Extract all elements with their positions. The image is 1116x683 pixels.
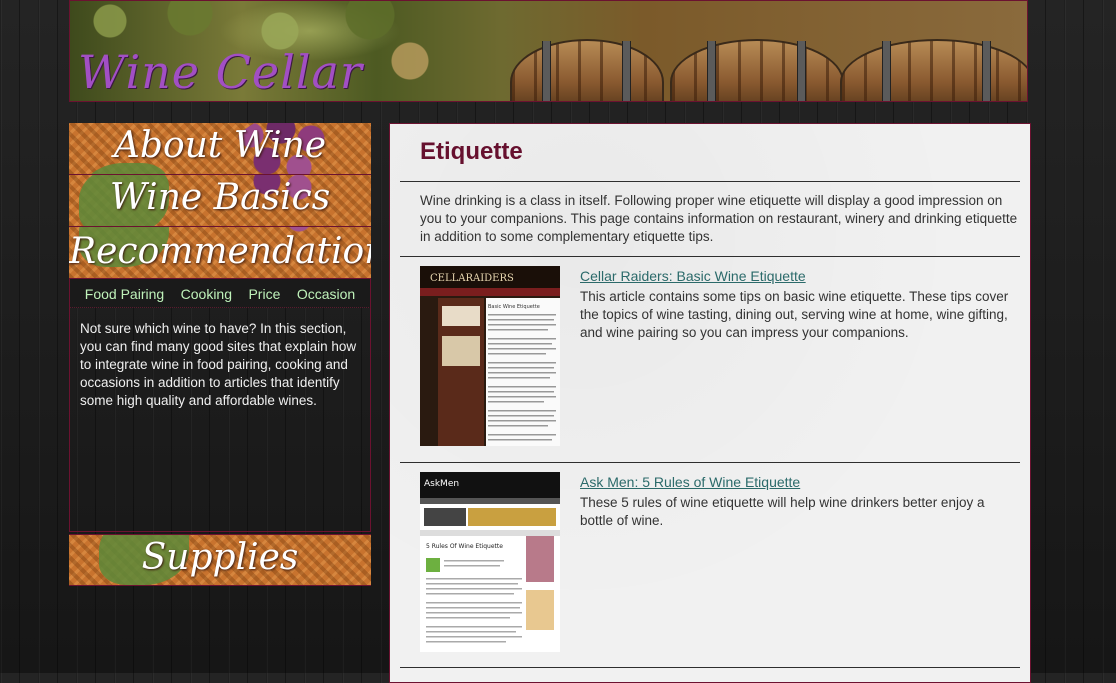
subnav-food-pairing[interactable]: Food Pairing (85, 286, 164, 302)
article-thumbnail[interactable]: CELLARAIDERS Basic Wine Etiquette (420, 266, 560, 446)
divider (400, 256, 1020, 257)
nav-supplies-label: Supplies (141, 537, 299, 578)
nav-wine-basics[interactable]: Wine Basics (69, 175, 371, 227)
barrel-image (670, 39, 844, 101)
nav-wine-basics-label: Wine Basics (109, 177, 331, 218)
nav-about-wine-label: About Wine (113, 125, 327, 166)
divider (400, 462, 1020, 463)
article-link[interactable]: Cellar Raiders: Basic Wine Etiquette (580, 268, 806, 284)
site-header: Wine Cellar (69, 0, 1028, 102)
page-title: Etiquette (420, 138, 523, 165)
barrel-image (840, 39, 1027, 101)
nav-supplies[interactable]: Supplies (69, 534, 371, 586)
site-title[interactable]: Wine Cellar (78, 45, 363, 99)
divider (400, 667, 1020, 668)
subnav: Food Pairing Cooking Price Occasion (69, 279, 371, 308)
article-link[interactable]: Ask Men: 5 Rules of Wine Etiquette (580, 474, 800, 490)
main-content: Etiquette Wine drinking is a class in it… (389, 123, 1031, 683)
page-intro: Wine drinking is a class in itself. Foll… (420, 193, 1018, 244)
barrel-image (510, 39, 664, 101)
article-description: These 5 rules of wine etiquette will hel… (580, 495, 985, 528)
thumb-heading: 5 Rules Of Wine Etiquette (426, 543, 503, 550)
thumb-brand: AskMen (424, 479, 459, 489)
article-body: Ask Men: 5 Rules of Wine Etiquette These… (580, 474, 1020, 530)
nav-recommendations[interactable]: Recommendations (69, 227, 371, 279)
sidebar-description: Not sure which wine to have? In this sec… (69, 308, 371, 532)
article-body: Cellar Raiders: Basic Wine Etiquette Thi… (580, 268, 1020, 342)
thumb-brand: CELLARAIDERS (430, 273, 514, 284)
subnav-price[interactable]: Price (248, 286, 280, 302)
article-item: CELLARAIDERS Basic Wine Etiquette Cellar… (420, 266, 1020, 448)
thumb-heading: Basic Wine Etiquette (488, 304, 540, 310)
article-description: This article contains some tips on basic… (580, 289, 1009, 340)
sidebar: About Wine Wine Basics Recommendations F… (69, 123, 371, 586)
article-thumbnail[interactable]: AskMen 5 Rules Of Wine Etiquette (420, 472, 560, 652)
nav-recommendations-label: Recommendations (69, 231, 371, 272)
subnav-cooking[interactable]: Cooking (181, 286, 232, 302)
article-item: AskMen 5 Rules Of Wine Etiquette Ask Men… (420, 472, 1020, 654)
divider (400, 181, 1020, 182)
subnav-occasion[interactable]: Occasion (297, 286, 355, 302)
nav-about-wine[interactable]: About Wine (69, 123, 371, 175)
